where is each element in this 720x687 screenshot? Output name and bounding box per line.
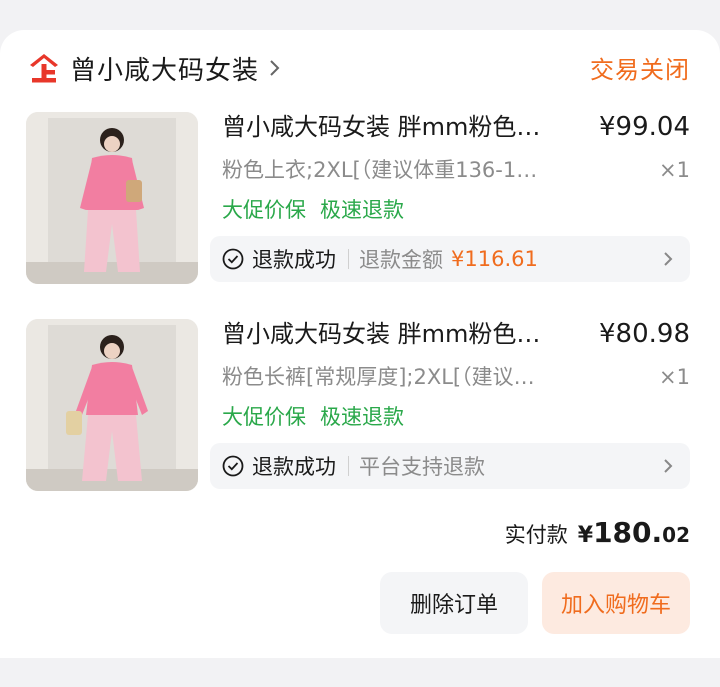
refund-status-bar[interactable]: 退款成功 平台支持退款	[210, 443, 690, 489]
product-title[interactable]: 曾小咸大码女装 胖mm粉色…	[222, 112, 562, 142]
product-spec: 粉色上衣;2XL[（建议体重136-1…	[222, 158, 538, 182]
chevron-right-icon	[662, 457, 674, 475]
product-quantity: ×1	[659, 365, 690, 389]
service-tag: 大促价保	[222, 198, 306, 222]
total-amount-integer: 180.	[593, 516, 663, 549]
refund-amount: ¥116.61	[451, 247, 538, 271]
check-circle-icon	[222, 455, 244, 477]
product-price: ¥99.04	[599, 112, 690, 142]
refund-note: 退款金额	[359, 248, 443, 272]
service-tag: 大促价保	[222, 405, 306, 429]
product-thumbnail[interactable]	[26, 319, 198, 491]
total-payment: 实付款 ¥ 180. 02	[505, 516, 690, 549]
order-status: 交易关闭	[590, 56, 690, 84]
divider	[348, 456, 349, 476]
service-tag: 极速退款	[320, 198, 404, 222]
add-to-cart-button[interactable]: 加入购物车	[542, 572, 690, 634]
product-title[interactable]: 曾小咸大码女装 胖mm粉色…	[222, 319, 562, 349]
refund-status-label: 退款成功	[252, 455, 336, 479]
product-spec: 粉色长裤[常规厚度];2XL[（建议…	[222, 365, 535, 389]
chevron-right-icon	[267, 58, 283, 78]
total-amount-decimal: 02	[662, 523, 690, 547]
total-label: 实付款	[504, 523, 568, 547]
service-tag: 极速退款	[320, 405, 404, 429]
refund-status-label: 退款成功	[252, 248, 336, 272]
shop-header[interactable]: 曾小咸大码女装	[26, 48, 283, 88]
order-item[interactable]: 曾小咸大码女装 胖mm粉色… ¥80.98 粉色长裤[常规厚度];2XL[（建议…	[0, 319, 720, 499]
divider	[348, 249, 349, 269]
service-tags: 大促价保 极速退款	[222, 403, 404, 431]
check-circle-icon	[222, 248, 244, 270]
refund-note: 平台支持退款	[359, 455, 485, 479]
chevron-right-icon	[662, 250, 674, 268]
service-tags: 大促价保 极速退款	[222, 196, 404, 224]
product-thumbnail[interactable]	[26, 112, 198, 284]
order-item[interactable]: 曾小咸大码女装 胖mm粉色… ¥99.04 粉色上衣;2XL[（建议体重136-…	[0, 112, 720, 292]
product-quantity: ×1	[659, 158, 690, 182]
product-price: ¥80.98	[599, 319, 690, 349]
bottom-background	[0, 658, 720, 687]
total-currency: ¥	[577, 523, 594, 548]
top-background	[0, 0, 720, 30]
delete-order-button[interactable]: 删除订单	[380, 572, 528, 634]
shop-logo-icon	[26, 50, 62, 86]
shop-name: 曾小咸大码女装	[70, 55, 260, 86]
refund-status-bar[interactable]: 退款成功 退款金额 ¥116.61	[210, 236, 690, 282]
